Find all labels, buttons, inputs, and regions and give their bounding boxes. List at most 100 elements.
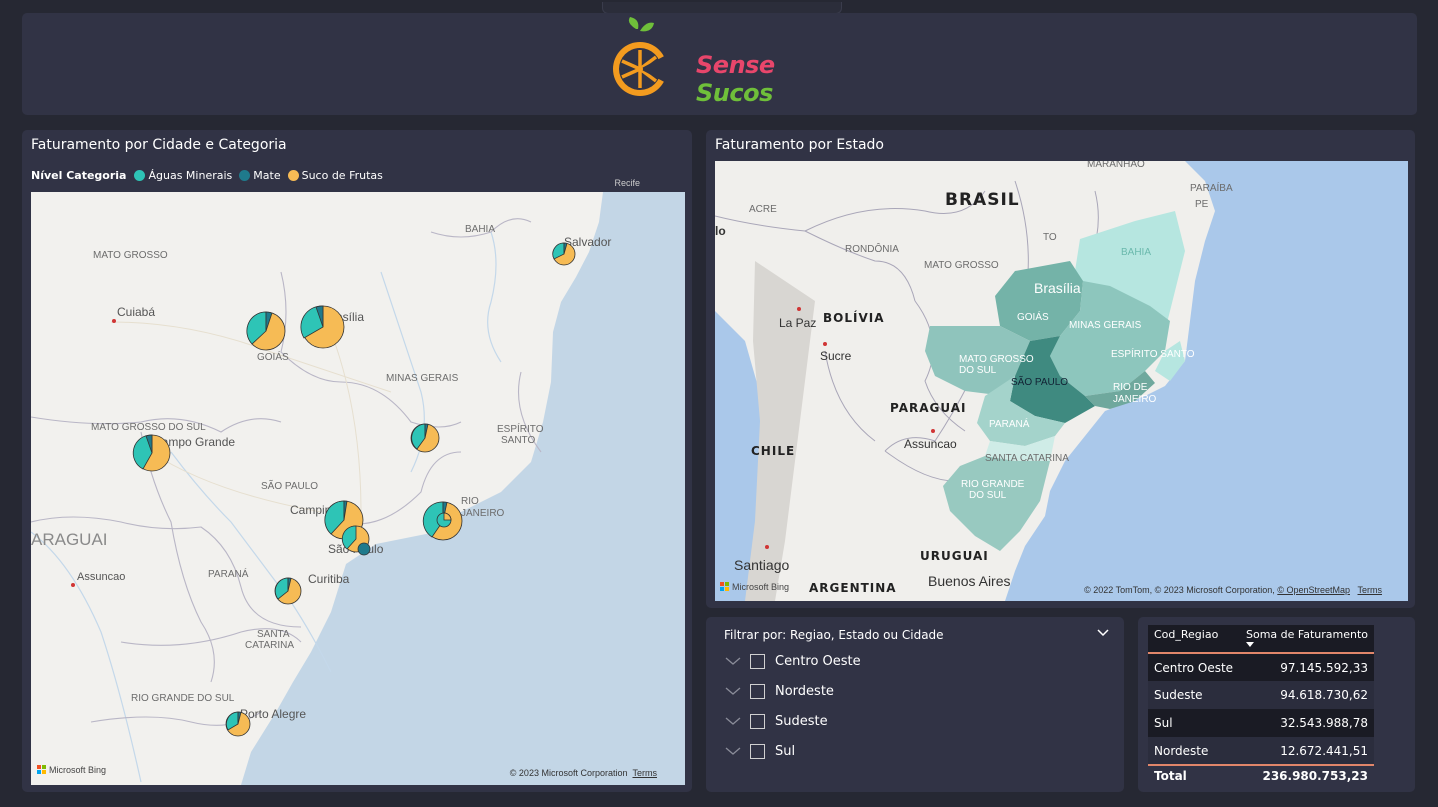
map-label-maranhao: MARANHÃO [1087,161,1145,170]
filter-item-label: Nordeste [775,683,834,699]
pie-curitiba[interactable] [274,577,302,605]
map-label-curitiba: Curitiba [308,572,350,586]
chevron-down-icon[interactable] [1096,625,1110,639]
map-label-rgs: RIO GRANDE DO SUL [131,693,235,704]
filter-item-label: Sul [775,743,796,759]
map-label-acre: ACRE [749,204,777,215]
map-label-rio1: RIO DE [1113,382,1148,393]
map-label-sp: SÃO PAULO [1011,375,1068,388]
pie-goias[interactable] [246,311,286,351]
map-label-brasilia: Brasília [1034,280,1081,296]
map-label-es2: SANTO [501,435,535,446]
cell-value: 97.145.592,33 [1240,653,1374,681]
cell-value: 94.618.730,62 [1240,681,1374,709]
map-label-assuncao: Assuncao [77,571,125,583]
column-header-soma-faturamento[interactable]: Soma de Faturamento [1240,625,1374,654]
map-label-lo: lo [715,224,726,238]
brand-name: Sense Sucos [696,51,848,107]
checkbox[interactable] [750,743,765,759]
map-label-minas: MINAS GERAIS [1069,320,1142,331]
filter-item-label: Sudeste [775,713,828,729]
cell-value: 12.672.441,51 [1240,737,1374,766]
map-label-rondonia: RONDÔNIA [845,242,899,255]
expand-chevron-icon[interactable] [724,745,742,757]
legend-dot-suco [287,170,299,181]
pie-campo-grande[interactable] [132,434,171,472]
bing-logo-state: Microsoft Bing [720,582,789,592]
city-panel-title: Faturamento por Cidade e Categoria [31,137,287,153]
region-revenue-table: Cod_Regiao Soma de Faturamento Centro Oe… [1148,625,1374,785]
map-label-cuiaba: Cuiabá [117,305,155,319]
city-bubble-map[interactable]: MATO GROSSO BAHIA GOIÁS MINAS GERAIS MAT… [31,192,685,785]
state-revenue-panel: Faturamento por Estado BRASIL BOLÍVIA PA… [706,130,1415,608]
legend-dot-mate [239,170,251,181]
checkbox[interactable] [750,713,765,729]
legend-item-aguas[interactable]: Águas Minerais [134,169,232,182]
expand-chevron-icon[interactable] [724,715,742,727]
brand-word-sense: Sense [696,51,775,79]
map-label-ms: MATO GROSSO DO SUL [91,422,206,433]
cell-value: 32.543.988,78 [1240,709,1374,737]
table-row[interactable]: Centro Oeste 97.145.592,33 [1148,653,1374,681]
map-label-sc1: SANTA [257,629,290,640]
total-label: Total [1154,768,1187,783]
cell-region: Centro Oeste [1148,653,1240,681]
map-label-pe: PE [1195,199,1209,210]
table-row[interactable]: Nordeste 12.672.441,51 [1148,737,1374,766]
table-total-row: Total 236.980.753,23 [1148,765,1374,785]
map-label-bolivia: BOLÍVIA [823,310,885,325]
expand-chevron-icon[interactable] [724,655,742,667]
map-label-bahia-state: BAHIA [1121,247,1151,258]
pie-salvador[interactable] [552,242,576,266]
map-label-es: ESPÍRITO SANTO [1111,347,1195,360]
legend-dot-aguas [134,170,146,181]
map-label-es1: ESPÍRITO [497,422,544,435]
pie-belo-horizonte[interactable] [410,423,440,453]
header-banner: Sense Sucos [22,13,1417,115]
column-header-cod-regiao[interactable]: Cod_Regiao [1148,625,1240,654]
total-value: 236.980.753,23 [1262,768,1368,783]
state-map-terms-link[interactable]: Terms [1358,585,1383,595]
map-label-sc2: CATARINA [245,640,294,651]
map-label-sucre: Sucre [820,349,852,363]
map-label-rio1: RIO [461,496,479,507]
filter-item-sul[interactable]: Sul [724,741,795,761]
city-map-terms-link[interactable]: Terms [633,768,658,778]
pie-porto-alegre[interactable] [225,711,251,737]
map-label-argentina: ARGENTINA [809,581,897,595]
state-panel-title: Faturamento por Estado [715,137,884,153]
region-filter-slicer: Filtrar por: Regiao, Estado ou Cidade Ce… [706,617,1124,792]
state-filled-map[interactable]: BRASIL BOLÍVIA PARAGUAI CHILE URUGUAI AR… [715,161,1408,601]
sort-descending-icon[interactable] [1246,642,1254,647]
legend-item-suco[interactable]: Suco de Frutas [287,169,383,182]
microsoft-logo-icon [720,582,730,592]
checkbox[interactable] [750,653,765,669]
map-label-rio2: JANEIRO [461,508,505,519]
checkbox[interactable] [750,683,765,699]
map-label-mato-grosso: MATO GROSSO [93,250,168,261]
filter-title: Filtrar por: Regiao, Estado ou Cidade [724,628,944,642]
legend-title: Nível Categoria [31,169,127,182]
expand-chevron-icon[interactable] [724,685,742,697]
filter-item-sudeste[interactable]: Sudeste [724,711,828,731]
osm-link[interactable]: © OpenStreetMap [1277,585,1350,595]
map-label-buenos-aires: Buenos Aires [928,573,1011,589]
map-label-goias: GOIÁS [1017,310,1049,323]
map-label-paraguai: PARAGUAI [890,401,966,415]
map-label-rgs1: RIO GRANDE [961,479,1025,490]
cell-region: Sudeste [1148,681,1240,709]
filter-item-nordeste[interactable]: Nordeste [724,681,834,701]
cell-region: Sul [1148,709,1240,737]
table-row[interactable]: Sudeste 94.618.730,62 [1148,681,1374,709]
cell-region: Nordeste [1148,737,1240,766]
map-label-paraiba: PARAÍBA [1190,181,1233,194]
table-row[interactable]: Sul 32.543.988,78 [1148,709,1374,737]
filter-item-centro-oeste[interactable]: Centro Oeste [724,651,861,671]
map-label-santiago: Santiago [734,557,789,573]
microsoft-logo-icon [37,765,47,775]
legend-item-mate[interactable]: Mate [239,169,281,182]
map-label-parana: PARANÁ [208,567,249,580]
region-revenue-table-panel: Cod_Regiao Soma de Faturamento Centro Oe… [1138,617,1415,792]
map-label-recife: Recife [614,178,640,188]
map-label-sc: SANTA CATARINA [985,453,1069,464]
